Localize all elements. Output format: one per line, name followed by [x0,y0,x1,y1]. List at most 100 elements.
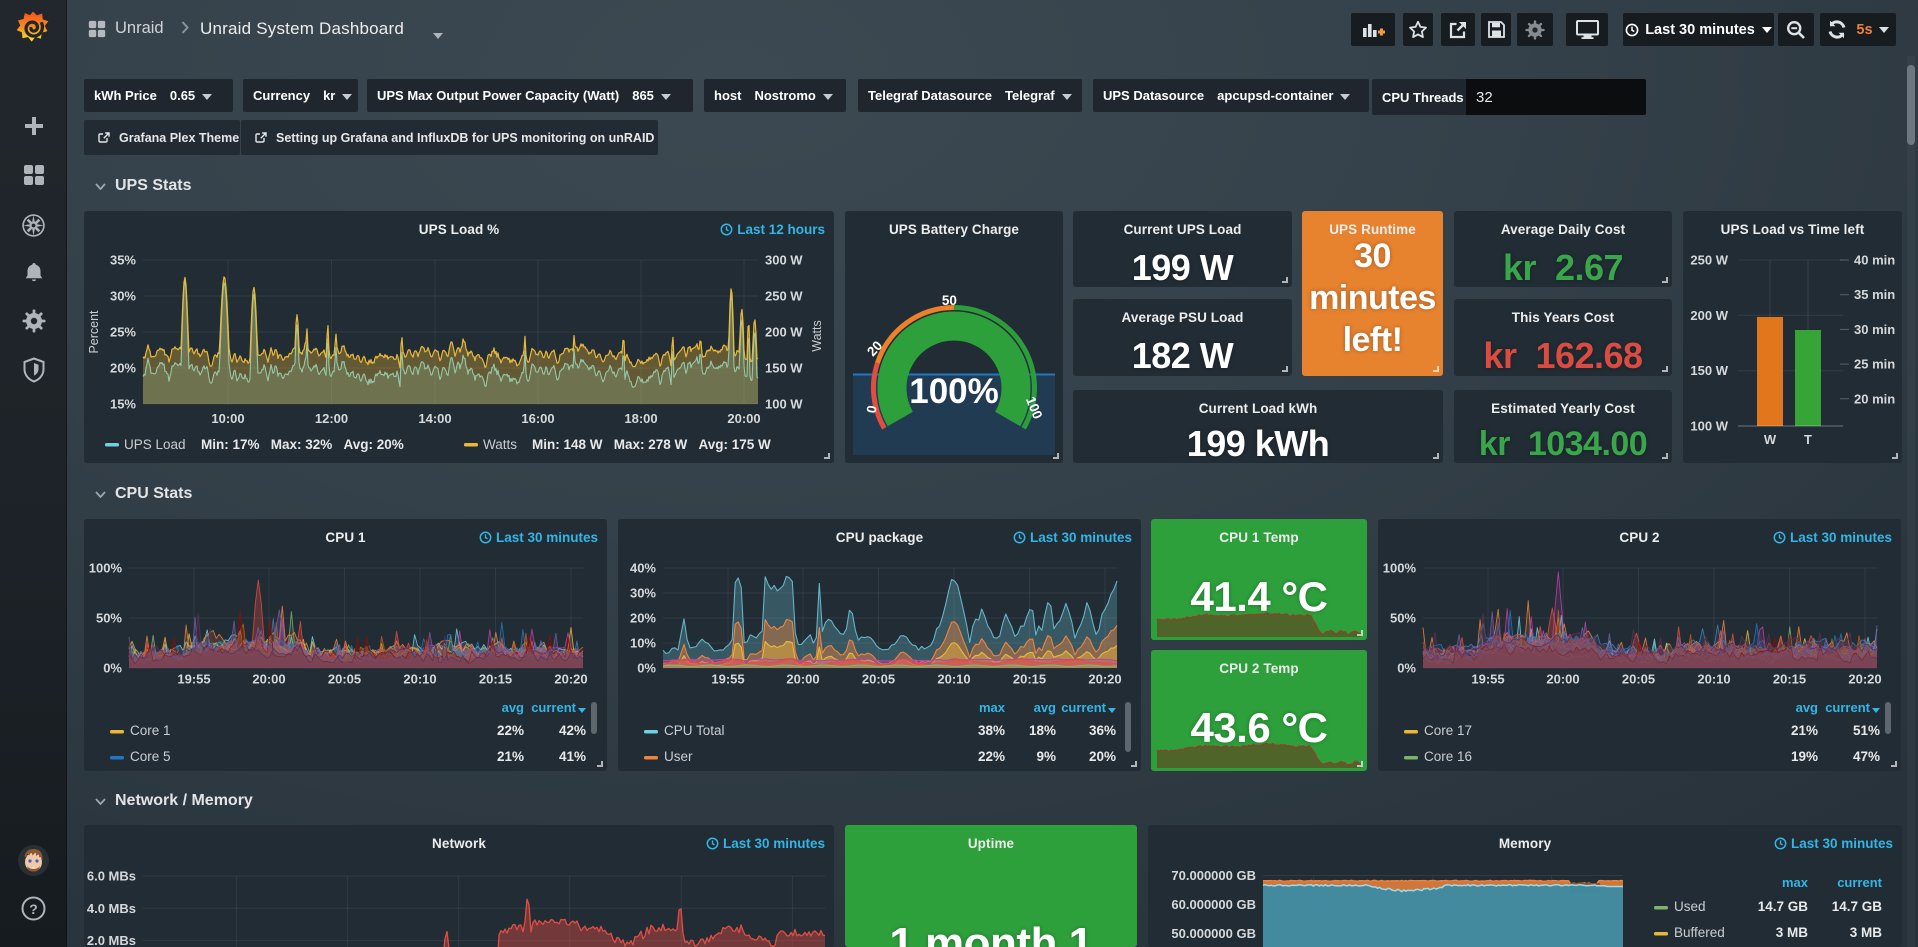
svg-text:20:00: 20:00 [786,672,819,687]
svg-text:35 min: 35 min [1854,287,1895,302]
svg-text:Percent: Percent [87,310,101,354]
svg-text:20:05: 20:05 [328,672,361,687]
svg-text:User: User [664,749,693,764]
svg-text:20:20: 20:20 [1088,672,1121,687]
svg-text:50.000000 GB: 50.000000 GB [1171,926,1256,941]
svg-text:20:05: 20:05 [862,672,895,687]
svg-text:42%: 42% [559,723,586,738]
svg-text:50%: 50% [96,611,122,626]
svg-text:30%: 30% [630,586,656,601]
svg-text:current: current [1837,875,1882,890]
svg-text:20:00: 20:00 [727,411,760,426]
svg-text:30 min: 30 min [1854,322,1895,337]
svg-text:0%: 0% [103,661,122,676]
svg-text:Min: 148 W Max: 278 W Avg:: Min: 148 W Max: 278 W Avg: 175 W [532,437,771,452]
svg-text:T: T [1804,432,1812,447]
svg-text:51%: 51% [1853,723,1880,738]
svg-text:20%: 20% [630,611,656,626]
svg-text:40 min: 40 min [1854,253,1895,268]
svg-text:18%: 18% [1029,723,1056,738]
svg-text:50: 50 [942,293,957,308]
svg-text:20:20: 20:20 [554,672,587,687]
svg-text:200 W: 200 W [1690,308,1728,323]
svg-text:10:00: 10:00 [211,411,244,426]
svg-text:20%: 20% [1089,749,1116,764]
svg-text:?: ? [29,901,38,917]
svg-text:38%: 38% [978,723,1005,738]
svg-text:current: current [531,700,576,715]
svg-text:150 W: 150 W [765,361,803,376]
svg-text:max: max [979,700,1006,715]
svg-text:Core 5: Core 5 [130,749,171,764]
svg-text:Watts: Watts [810,320,824,351]
svg-text:250 W: 250 W [765,289,803,304]
svg-text:19:55: 19:55 [177,672,210,687]
svg-text:40%: 40% [630,561,656,576]
svg-text:14.7 GB: 14.7 GB [1832,899,1883,914]
svg-text:14:00: 14:00 [418,411,451,426]
svg-text:0%: 0% [637,661,656,676]
svg-text:150 W: 150 W [1690,363,1728,378]
svg-text:Min: 17% Max: 32% Avg: 20%: Min: 17% Max: 32% Avg: 20% [201,437,404,452]
svg-text:19:55: 19:55 [1471,672,1504,687]
svg-text:19%: 19% [1791,749,1818,764]
svg-text:36%: 36% [1089,723,1116,738]
svg-text:19:55: 19:55 [711,672,744,687]
svg-text:22%: 22% [497,723,524,738]
svg-text:20:10: 20:10 [403,672,436,687]
svg-text:250 W: 250 W [1690,253,1728,268]
svg-text:3 MB: 3 MB [1850,925,1883,940]
svg-text:Core 1: Core 1 [130,723,171,738]
svg-text:100 W: 100 W [1690,419,1728,434]
svg-text:9%: 9% [1036,749,1056,764]
svg-text:100 W: 100 W [765,397,803,412]
svg-text:UPS Load: UPS Load [124,437,186,452]
svg-text:current: current [1825,700,1870,715]
svg-text:W: W [1764,432,1777,447]
svg-text:current: current [1061,700,1106,715]
svg-text:10%: 10% [630,636,656,651]
svg-text:0%: 0% [1397,661,1416,676]
svg-text:47%: 47% [1853,749,1880,764]
svg-text:50%: 50% [1390,611,1416,626]
svg-text:20:15: 20:15 [479,672,512,687]
svg-text:200 W: 200 W [765,325,803,340]
svg-text:avg: avg [502,700,524,715]
svg-text:3 MB: 3 MB [1776,925,1809,940]
svg-text:20%: 20% [110,361,136,376]
svg-text:35%: 35% [110,253,136,268]
svg-text:18:00: 18:00 [624,411,657,426]
svg-text:25 min: 25 min [1854,357,1895,372]
svg-text:2.0 MBs: 2.0 MBs [87,933,136,947]
svg-text:100%: 100% [909,372,999,411]
svg-text:22%: 22% [978,749,1005,764]
svg-text:60.000000 GB: 60.000000 GB [1171,897,1256,912]
svg-text:avg: avg [1034,700,1056,715]
svg-text:20:10: 20:10 [1697,672,1730,687]
svg-text:20 min: 20 min [1854,391,1895,406]
svg-text:70.000000 GB: 70.000000 GB [1171,868,1256,883]
svg-text:Used: Used [1674,899,1706,914]
svg-text:Core 17: Core 17 [1424,723,1472,738]
svg-text:20:00: 20:00 [1546,672,1579,687]
svg-text:20:05: 20:05 [1622,672,1655,687]
svg-text:CPU Total: CPU Total [664,723,725,738]
svg-text:30%: 30% [110,289,136,304]
svg-text:15%: 15% [110,397,136,412]
svg-text:12:00: 12:00 [315,411,348,426]
svg-text:16:00: 16:00 [521,411,554,426]
svg-text:21%: 21% [497,749,524,764]
svg-text:300 W: 300 W [765,253,803,268]
svg-text:100%: 100% [89,561,123,576]
svg-text:max: max [1782,875,1809,890]
svg-text:20:00: 20:00 [252,672,285,687]
svg-text:avg: avg [1796,700,1818,715]
svg-text:Core 16: Core 16 [1424,749,1472,764]
svg-text:14.7 GB: 14.7 GB [1758,899,1809,914]
svg-text:Buffered: Buffered [1674,925,1725,940]
svg-text:25%: 25% [110,325,136,340]
svg-text:20:15: 20:15 [1013,672,1046,687]
svg-text:20:10: 20:10 [937,672,970,687]
svg-text:4.0 MBs: 4.0 MBs [87,901,136,916]
svg-text:20:15: 20:15 [1773,672,1806,687]
